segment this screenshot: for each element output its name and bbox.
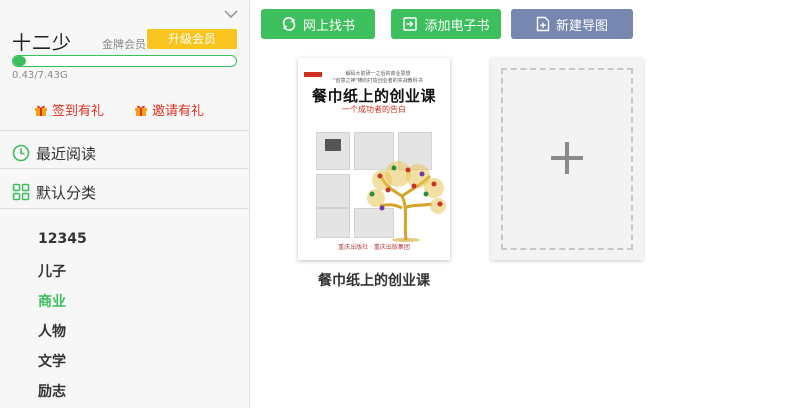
tree-illustration [325, 139, 446, 242]
chevron-down-icon[interactable] [222, 6, 240, 20]
book-title[interactable]: 餐巾纸上的创业课 [286, 270, 462, 290]
category-item-active[interactable]: 商业 [38, 291, 66, 311]
nav-default-category[interactable]: 默认分类 [0, 173, 250, 211]
category-item[interactable]: 人物 [38, 321, 66, 341]
divider [0, 130, 250, 131]
gift-icon [34, 103, 48, 117]
clock-icon [12, 144, 30, 162]
checkin-reward-label: 签到有礼 [52, 104, 105, 119]
invite-reward-link[interactable]: 邀请有礼 [134, 100, 204, 119]
storage-usage-text: 0.43/7.43G [12, 70, 68, 81]
username: 十二少 [12, 32, 73, 54]
nav-default-category-label: 默认分类 [36, 183, 97, 202]
cover-publisher: 重庆出版社 · 重庆出版集团 [338, 244, 410, 251]
new-mindmap-button[interactable]: 新建导图 [511, 9, 633, 39]
add-book-tile[interactable] [491, 58, 643, 260]
sidebar: 十二少 金牌会员 升级会员 0.43/7.43G 签到有礼 邀请有礼 最近阅读 … [0, 0, 250, 408]
new-mindmap-label: 新建导图 [555, 18, 608, 34]
find-books-online-button[interactable]: 网上找书 [261, 9, 375, 39]
book-cover[interactable]: 解码大前研一之后的商业思想 "创意之神"横向打造创业者的实战教科书 餐巾纸上的创… [298, 58, 450, 260]
find-books-online-label: 网上找书 [302, 18, 355, 34]
category-item[interactable]: 儿子 [38, 261, 66, 281]
storage-progress-bar [12, 55, 237, 67]
storage-progress-fill [13, 56, 26, 66]
divider [0, 208, 250, 209]
divider [0, 168, 250, 169]
plus-icon [551, 142, 583, 174]
nav-recent-reading[interactable]: 最近阅读 [0, 134, 250, 172]
category-item[interactable]: 文学 [38, 351, 66, 371]
gift-icon [134, 103, 148, 117]
checkin-reward-link[interactable]: 签到有礼 [34, 100, 104, 119]
category-item[interactable]: 励志 [38, 381, 66, 401]
invite-reward-label: 邀请有礼 [152, 104, 205, 119]
category-item[interactable]: 12345 [38, 231, 87, 247]
add-ebook-button[interactable]: 添加电子书 [391, 9, 501, 39]
new-file-icon [536, 16, 550, 32]
member-tier-label: 金牌会员 [102, 38, 146, 51]
refresh-icon [282, 17, 296, 31]
upgrade-membership-button[interactable]: 升级会员 [147, 29, 237, 49]
grid-icon [12, 183, 30, 201]
add-ebook-label: 添加电子书 [424, 18, 490, 34]
ebook-app: 十二少 金牌会员 升级会员 0.43/7.43G 签到有礼 邀请有礼 最近阅读 … [0, 0, 796, 408]
import-icon [403, 17, 418, 31]
nav-recent-label: 最近阅读 [36, 144, 97, 163]
